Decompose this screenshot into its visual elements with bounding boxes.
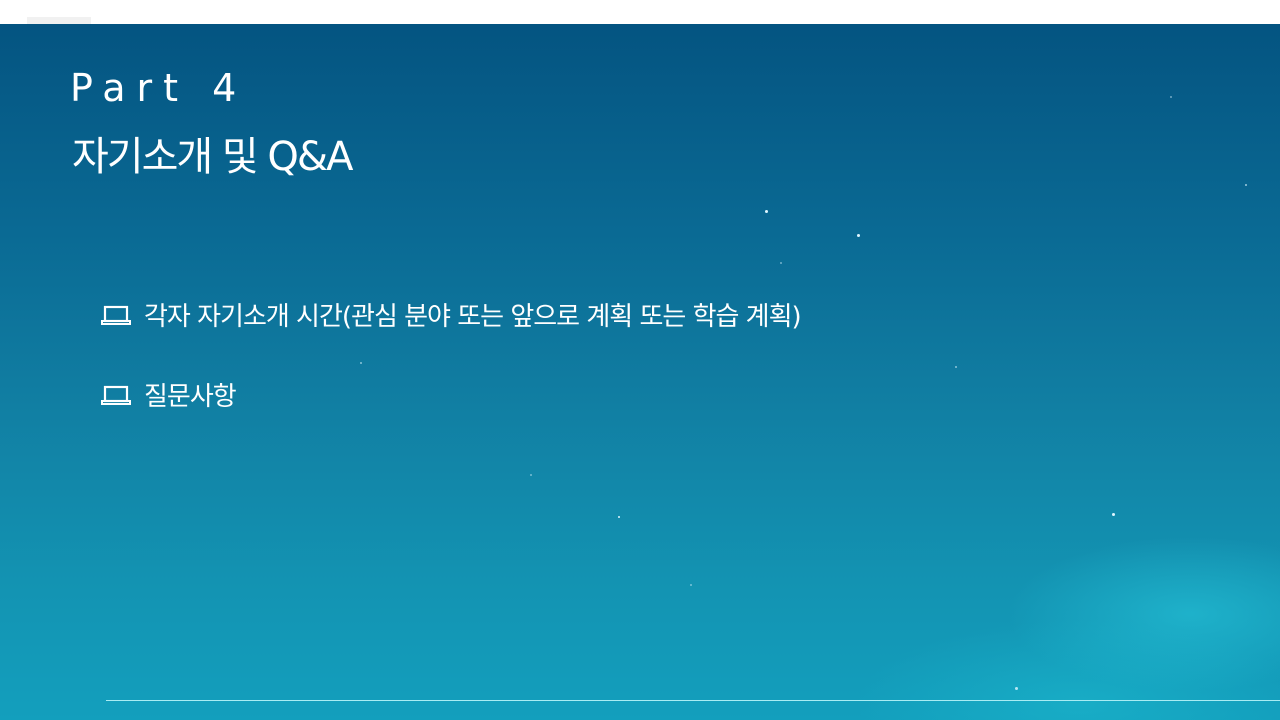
- part-label: Part 4: [70, 66, 248, 110]
- tab-marker: [27, 17, 91, 24]
- star: [530, 474, 532, 476]
- bullet-text: 각자 자기소개 시간(관심 분야 또는 앞으로 계획 또는 학습 계획): [144, 302, 802, 332]
- star: [1245, 184, 1247, 186]
- star: [690, 584, 692, 586]
- star: [857, 234, 860, 237]
- star: [765, 210, 768, 213]
- star: [360, 362, 362, 364]
- star: [618, 516, 620, 518]
- laptop-icon: [100, 382, 132, 408]
- slide-title: 자기소개 및 Q&A: [72, 134, 353, 180]
- bullet-item: 각자 자기소개 시간(관심 분야 또는 앞으로 계획 또는 학습 계획): [100, 296, 802, 333]
- top-bar: [0, 0, 1280, 24]
- footer-divider: [106, 700, 1280, 701]
- star: [955, 366, 957, 368]
- star: [1015, 687, 1018, 690]
- bullet-text: 질문사항: [144, 382, 237, 412]
- bullet-item: 질문사항: [100, 376, 237, 413]
- star: [780, 262, 782, 264]
- laptop-icon: [100, 302, 132, 328]
- star: [1170, 96, 1172, 98]
- slide: Part 4 자기소개 및 Q&A 각자 자기소개 시간(관심 분야 또는 앞으…: [0, 24, 1280, 720]
- star: [1112, 513, 1115, 516]
